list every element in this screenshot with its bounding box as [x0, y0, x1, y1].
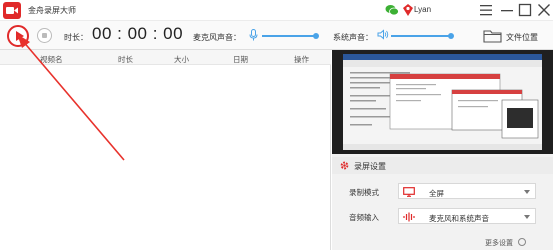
audio-input-value: 麦克风和系统声音 — [429, 214, 489, 223]
audio-input-label: 音频输入 — [349, 213, 379, 222]
mic-volume-label: 麦克风声音： — [193, 33, 241, 42]
recording-list — [0, 65, 331, 250]
more-settings-link[interactable]: 更多设置 — [485, 238, 513, 248]
audio-input-select[interactable]: 麦克风和系统声音 — [398, 208, 536, 224]
settings-gear-icon — [340, 161, 349, 170]
settings-title: 录屏设置 — [354, 162, 386, 171]
maximize-icon[interactable] — [516, 1, 534, 19]
chevron-down-icon — [524, 215, 530, 219]
screen-preview-image — [332, 50, 553, 154]
record-mode-value: 全屏 — [429, 189, 444, 198]
app-title: 金舟录屏大师 — [28, 6, 76, 15]
system-volume-label: 系统声音： — [333, 33, 373, 42]
monitor-icon — [403, 187, 415, 197]
app-logo-icon — [3, 2, 21, 19]
menu-icon[interactable] — [477, 1, 495, 19]
speaker-icon[interactable] — [377, 29, 389, 40]
file-table-header: 视频名 时长 大小 日期 操作 — [0, 50, 331, 65]
user-name[interactable]: Lyan — [414, 5, 431, 14]
folder-icon — [483, 30, 502, 43]
more-settings-icon[interactable] — [518, 238, 526, 246]
record-mode-label: 录制模式 — [349, 188, 379, 197]
user-icon — [403, 4, 413, 16]
mic-slider-knob[interactable] — [313, 33, 319, 39]
wechat-icon[interactable] — [385, 3, 399, 17]
microphone-icon[interactable] — [249, 29, 258, 41]
column-header-date[interactable]: 日期 — [233, 54, 248, 65]
settings-panel: 录屏设置 录制模式 全屏 音频输入 麦克风和系统声音 更多设置 — [332, 50, 553, 250]
file-location-button[interactable]: 文件位置 — [483, 27, 549, 45]
duration-value: 00 : 00 : 00 — [92, 24, 184, 43]
play-icon — [16, 31, 24, 41]
file-location-label: 文件位置 — [506, 33, 538, 42]
stop-record-button[interactable] — [37, 28, 52, 43]
column-header-duration[interactable]: 时长 — [118, 54, 133, 65]
chevron-down-icon — [524, 190, 530, 194]
settings-header: 录屏设置 — [332, 157, 553, 174]
control-bar: 时长： 00 : 00 : 00 麦克风声音： 系统声音： 文件位置 — [0, 21, 553, 50]
duration-label: 时长： — [64, 33, 88, 42]
title-bar: 金舟录屏大师 Lyan — [0, 0, 553, 21]
column-header-actions: 操作 — [294, 55, 309, 64]
mic-volume-slider[interactable] — [262, 33, 319, 39]
system-slider-knob[interactable] — [448, 33, 454, 39]
audio-wave-icon — [403, 212, 415, 222]
column-header-size[interactable]: 大小 — [174, 54, 189, 65]
stop-icon — [41, 32, 47, 38]
system-volume-slider[interactable] — [391, 33, 454, 39]
start-record-button[interactable] — [7, 25, 29, 47]
record-mode-select[interactable]: 全屏 — [398, 183, 536, 199]
minimize-icon[interactable] — [498, 1, 516, 19]
column-header-name[interactable]: 视频名 — [40, 54, 63, 65]
close-icon[interactable] — [535, 1, 553, 19]
screen-preview — [332, 50, 553, 154]
